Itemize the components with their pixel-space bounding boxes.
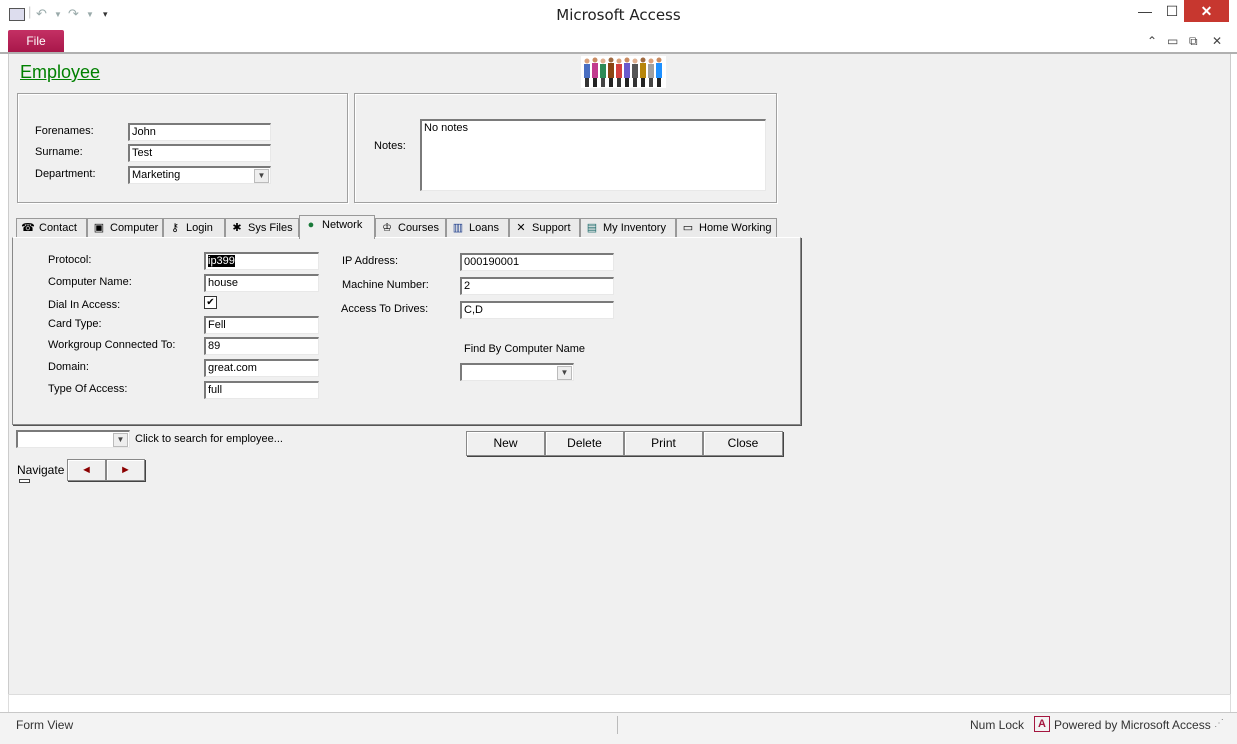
- workgroup-field[interactable]: 89: [204, 337, 319, 355]
- notes-field[interactable]: No notes: [420, 119, 766, 191]
- tab-my-inventory[interactable]: ▤ My Inventory: [580, 218, 676, 237]
- domain-label: Domain:: [48, 361, 89, 373]
- tab-network[interactable]: ● Network: [299, 215, 375, 239]
- new-button[interactable]: New: [466, 431, 545, 456]
- status-num-lock: Num Lock: [970, 718, 1025, 732]
- tab-home-working[interactable]: ▭ Home Working: [676, 218, 777, 237]
- card-type-label: Card Type:: [48, 318, 102, 330]
- access-to-drives-label: Access To Drives:: [341, 303, 429, 315]
- employee-search-combo[interactable]: ▼: [16, 430, 130, 448]
- forenames-field[interactable]: John: [128, 123, 271, 141]
- navigate-underline: [19, 479, 30, 483]
- department-combo[interactable]: Marketing ▼: [128, 166, 271, 184]
- form-heading: Employee: [20, 62, 101, 82]
- status-bar: [0, 712, 1237, 744]
- tab-label: Home Working: [699, 222, 772, 234]
- key-icon: ⚷: [170, 222, 180, 234]
- access-logo-icon: A: [1034, 716, 1050, 732]
- access-to-drives-field[interactable]: C,D: [460, 301, 614, 319]
- tab-label: Computer: [110, 222, 159, 234]
- window-title: Microsoft Access: [556, 6, 681, 24]
- previous-record-button[interactable]: ◄: [67, 459, 106, 481]
- tab-label: Sys Files: [248, 222, 293, 234]
- tab-contact[interactable]: ☎ Contact: [16, 218, 87, 237]
- close-icon[interactable]: ✕: [1184, 0, 1229, 22]
- ip-address-label: IP Address:: [342, 255, 399, 267]
- doc-minimize-icon[interactable]: ▭: [1167, 34, 1178, 48]
- people-group-image: [581, 56, 666, 88]
- book-icon: ▥: [452, 222, 464, 234]
- delete-button[interactable]: Delete: [545, 431, 624, 456]
- tab-label: Login: [186, 222, 213, 234]
- collapse-ribbon-icon[interactable]: ⌃: [1147, 34, 1157, 48]
- type-of-access-field[interactable]: full: [204, 381, 319, 399]
- doc-restore-icon[interactable]: ⧉: [1189, 34, 1198, 49]
- chevron-down-icon[interactable]: ▼: [113, 433, 128, 447]
- workgroup-label: Workgroup Connected To:: [48, 339, 176, 351]
- close-button[interactable]: Close: [703, 431, 783, 456]
- tab-loans[interactable]: ▥ Loans: [446, 218, 509, 237]
- print-button[interactable]: Print: [624, 431, 703, 456]
- tab-label: Courses: [398, 222, 439, 234]
- resize-grip-icon[interactable]: ⋰: [1214, 718, 1224, 729]
- search-hint: Click to search for employee...: [135, 433, 283, 445]
- form-bottom-strip: [8, 694, 1231, 714]
- protocol-label: Protocol:: [48, 254, 92, 266]
- forenames-label: Forenames:: [35, 125, 94, 137]
- status-view-mode: Form View: [16, 718, 74, 732]
- card-type-field[interactable]: Fell: [204, 316, 319, 334]
- sys-files-icon: ✱: [232, 222, 242, 234]
- tab-computer[interactable]: ▣ Computer: [87, 218, 163, 237]
- status-powered-by: Powered by Microsoft Access: [1054, 718, 1211, 732]
- tab-login[interactable]: ⚷ Login: [163, 218, 225, 237]
- status-divider: [617, 716, 618, 734]
- tab-sys-files[interactable]: ✱ Sys Files: [225, 218, 299, 237]
- courses-icon: ♔: [382, 222, 392, 234]
- tab-courses[interactable]: ♔ Courses: [375, 218, 446, 237]
- chevron-down-icon[interactable]: ▼: [557, 366, 572, 380]
- navigate-label: Navigate: [17, 463, 65, 477]
- domain-field[interactable]: great.com: [204, 359, 319, 377]
- arrow-right-icon: ►: [120, 464, 131, 476]
- home-working-icon: ▭: [682, 222, 694, 234]
- arrow-left-icon: ◄: [81, 464, 92, 476]
- find-by-computer-combo[interactable]: ▼: [460, 363, 574, 381]
- department-label: Department:: [35, 168, 96, 180]
- tab-label: Support: [532, 222, 571, 234]
- computer-name-label: Computer Name:: [48, 276, 132, 288]
- tab-label: My Inventory: [603, 222, 666, 234]
- protocol-value: ip399: [208, 255, 235, 267]
- notes-label: Notes:: [374, 140, 406, 152]
- chevron-down-icon[interactable]: ▼: [254, 169, 269, 183]
- maximize-icon[interactable]: ☐: [1157, 0, 1187, 22]
- tab-label: Loans: [469, 222, 499, 234]
- doc-close-icon[interactable]: ✕: [1212, 34, 1222, 48]
- type-of-access-label: Type Of Access:: [48, 383, 128, 395]
- inventory-icon: ▤: [586, 222, 598, 234]
- tab-label: Contact: [39, 222, 77, 234]
- next-record-button[interactable]: ►: [106, 459, 145, 481]
- find-by-computer-label: Find By Computer Name: [464, 343, 586, 355]
- telephone-icon: ☎: [21, 222, 35, 234]
- floppy-disk-icon: ▣: [93, 222, 105, 234]
- file-tab[interactable]: File: [8, 30, 64, 52]
- dial-in-label: Dial In Access:: [48, 299, 121, 311]
- computer-name-field[interactable]: house: [204, 274, 319, 292]
- minimize-icon[interactable]: —: [1130, 0, 1160, 22]
- tab-support[interactable]: ✕ Support: [509, 218, 580, 237]
- dial-in-checkbox[interactable]: ✔: [204, 296, 217, 309]
- machine-number-field[interactable]: 2: [460, 277, 614, 295]
- department-value: Marketing: [132, 169, 181, 181]
- globe-icon: ●: [307, 219, 315, 231]
- ip-address-field[interactable]: 000190001: [460, 253, 614, 271]
- surname-field[interactable]: Test: [128, 144, 271, 162]
- protocol-field[interactable]: ip399: [204, 252, 319, 270]
- network-tab-panel: [12, 237, 801, 425]
- tools-icon: ✕: [516, 222, 526, 234]
- machine-number-label: Machine Number:: [342, 279, 429, 291]
- tab-label: Network: [322, 219, 363, 231]
- surname-label: Surname:: [35, 146, 83, 158]
